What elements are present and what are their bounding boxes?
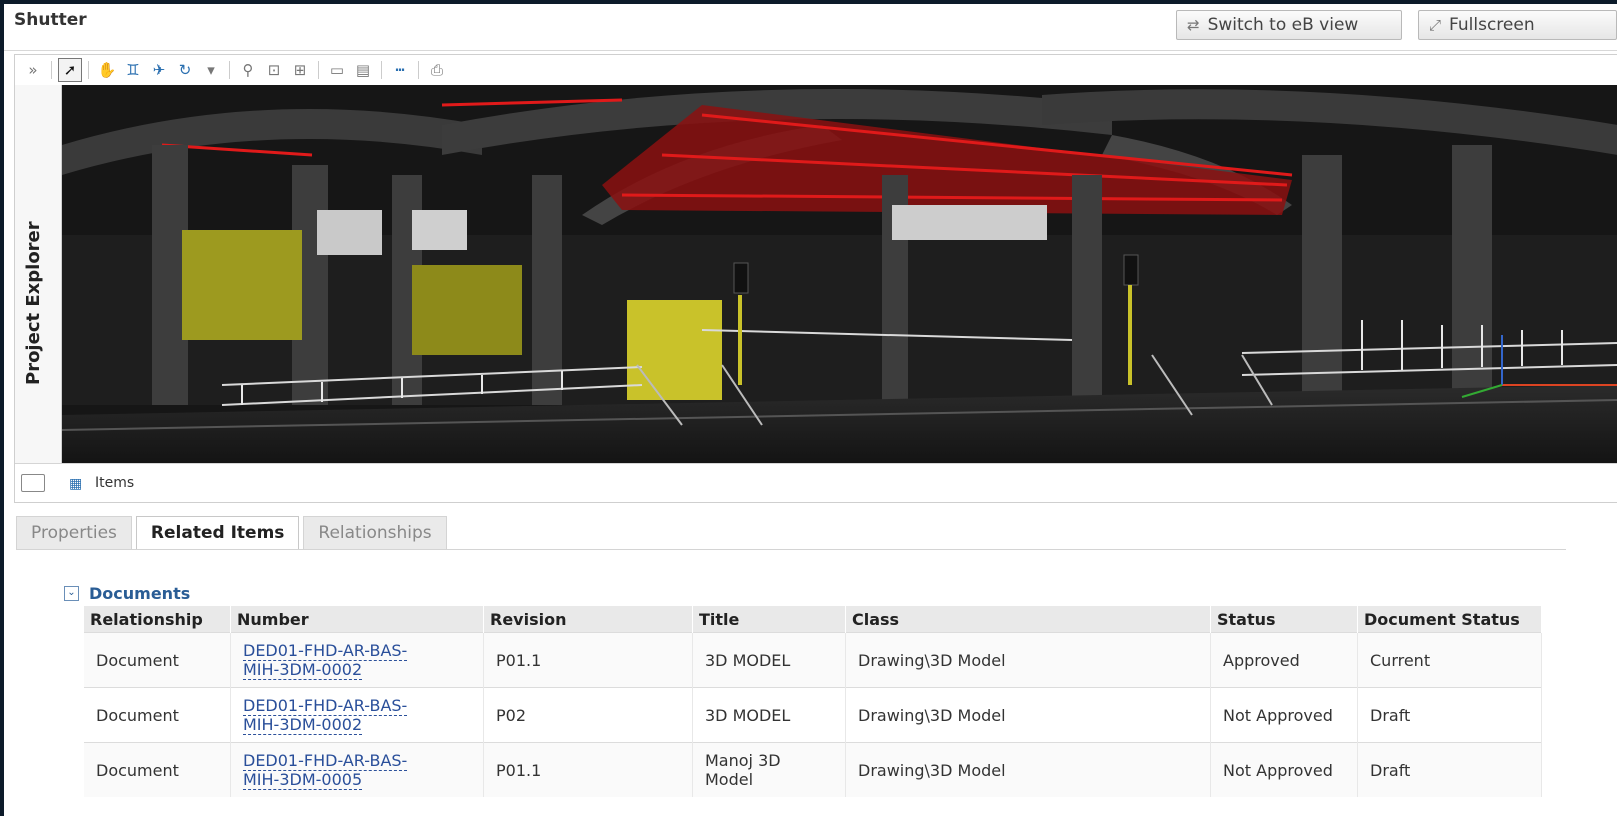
dropdown-arrow-icon[interactable]: ▾ (199, 58, 223, 82)
print-icon[interactable]: ⎙ (425, 58, 449, 82)
fly-icon[interactable]: ✈ (147, 58, 171, 82)
section-box-icon[interactable]: ▭ (325, 58, 349, 82)
orbit-icon[interactable]: ↻ (173, 58, 197, 82)
column-header[interactable]: Relationship (84, 606, 231, 633)
number-cell: DED01-FHD-AR-BAS- MIH-3DM-0002 (230, 632, 484, 688)
number-cell: DED01-FHD-AR-BAS- MIH-3DM-0005 (230, 742, 484, 797)
toolbar-divider (318, 61, 319, 79)
model-viewer: » ➚ ✋ ♊ ✈ ↻ ▾ ⚲ ⊡ ⊞ ▭ ▤ ┅ ⎙ Project Expl… (14, 54, 1617, 503)
toolbar-divider (229, 61, 230, 79)
viewer-footer: ▦ Items (15, 463, 1617, 502)
document-number-link[interactable]: DED01-FHD-AR-BAS- MIH-3DM-0005 (243, 751, 408, 790)
table-row[interactable]: Document DED01-FHD-AR-BAS- MIH-3DM-0002 P… (84, 632, 1542, 688)
status-cell: Not Approved (1210, 742, 1358, 797)
column-header[interactable]: Title (692, 606, 846, 633)
expand-panel-icon[interactable]: » (21, 58, 45, 82)
tab-related-items[interactable]: Related Items (135, 516, 300, 549)
toolbar-divider (418, 61, 419, 79)
documents-table: Relationship Number Revision Title Class… (84, 606, 1542, 797)
measure-icon[interactable]: ┅ (388, 58, 412, 82)
select-pointer-icon[interactable]: ➚ (58, 58, 82, 82)
tab-properties[interactable]: Properties (16, 516, 132, 549)
items-label[interactable]: Items (95, 475, 134, 491)
switch-view-label: Switch to eB view (1207, 15, 1359, 35)
toolbar-divider (88, 61, 89, 79)
column-header[interactable]: Revision (483, 606, 693, 633)
pan-hand-icon[interactable]: ✋ (95, 58, 119, 82)
project-explorer-label: Project Explorer (23, 221, 44, 385)
table-row[interactable]: Document DED01-FHD-AR-BAS- MIH-3DM-0005 P… (84, 742, 1542, 797)
fullscreen-button[interactable]: ⤢ Fullscreen (1418, 10, 1617, 40)
switch-view-button[interactable]: ⇄ Switch to eB view (1176, 10, 1402, 40)
document-number-link[interactable]: DED01-FHD-AR-BAS- MIH-3DM-0002 (243, 641, 408, 680)
tab-relationships[interactable]: Relationships (303, 516, 447, 549)
grid-icon: ▦ (69, 476, 83, 492)
column-header[interactable]: Document Status (1357, 606, 1542, 633)
section-title: Documents (89, 584, 191, 603)
walk-icon[interactable]: ♊ (121, 58, 145, 82)
fullscreen-label: Fullscreen (1449, 15, 1535, 35)
zoom-extents-icon[interactable]: ⊡ (262, 58, 286, 82)
app-window: Shutter ⇄ Switch to eB view ⤢ Fullscreen… (4, 4, 1617, 816)
3d-model-render (62, 85, 1617, 463)
project-explorer-panel[interactable]: Project Explorer (15, 85, 62, 463)
class-cell: Drawing\3D Model (845, 632, 1211, 688)
relationship-cell: Document (84, 632, 231, 688)
column-header[interactable]: Number (230, 606, 484, 633)
fullscreen-icon: ⤢ (1429, 16, 1442, 34)
3d-model-viewport[interactable] (62, 85, 1617, 463)
status-cell: Not Approved (1210, 687, 1358, 743)
viewer-toolbar: » ➚ ✋ ♊ ✈ ↻ ▾ ⚲ ⊡ ⊞ ▭ ▤ ┅ ⎙ (15, 55, 1617, 85)
relationship-cell: Document (84, 742, 231, 797)
table-header-row: Relationship Number Revision Title Class… (84, 606, 1542, 633)
detail-tabs: Properties Related Items Relationships (16, 516, 447, 549)
relationship-cell: Document (84, 687, 231, 743)
status-cell: Approved (1210, 632, 1358, 688)
title-cell: Manoj 3D Model (692, 742, 846, 797)
zoom-window-icon[interactable]: ⊞ (288, 58, 312, 82)
collapse-toggle-icon[interactable]: ⌄ (64, 586, 79, 601)
hide-icon[interactable]: ▤ (351, 58, 375, 82)
swap-arrows-icon: ⇄ (1187, 16, 1200, 34)
title-cell: 3D MODEL (692, 687, 846, 743)
toolbar-divider (381, 61, 382, 79)
documents-section-header[interactable]: ⌄ Documents (64, 584, 190, 603)
revision-cell: P01.1 (483, 632, 693, 688)
class-cell: Drawing\3D Model (845, 687, 1211, 743)
column-header[interactable]: Class (845, 606, 1211, 633)
zoom-icon[interactable]: ⚲ (236, 58, 260, 82)
document-status-cell: Draft (1357, 687, 1542, 743)
class-cell: Drawing\3D Model (845, 742, 1211, 797)
document-status-cell: Draft (1357, 742, 1542, 797)
document-number-link[interactable]: DED01-FHD-AR-BAS- MIH-3DM-0002 (243, 696, 408, 735)
number-cell: DED01-FHD-AR-BAS- MIH-3DM-0002 (230, 687, 484, 743)
title-cell: 3D MODEL (692, 632, 846, 688)
revision-cell: P02 (483, 687, 693, 743)
page-title: Shutter (14, 10, 87, 30)
folder-icon[interactable] (21, 474, 45, 492)
revision-cell: P01.1 (483, 742, 693, 797)
toolbar-divider (51, 61, 52, 79)
title-bar: Shutter ⇄ Switch to eB view ⤢ Fullscreen (4, 4, 1617, 51)
tab-divider (16, 549, 1566, 550)
document-status-cell: Current (1357, 632, 1542, 688)
column-header[interactable]: Status (1210, 606, 1358, 633)
table-row[interactable]: Document DED01-FHD-AR-BAS- MIH-3DM-0002 P… (84, 687, 1542, 743)
